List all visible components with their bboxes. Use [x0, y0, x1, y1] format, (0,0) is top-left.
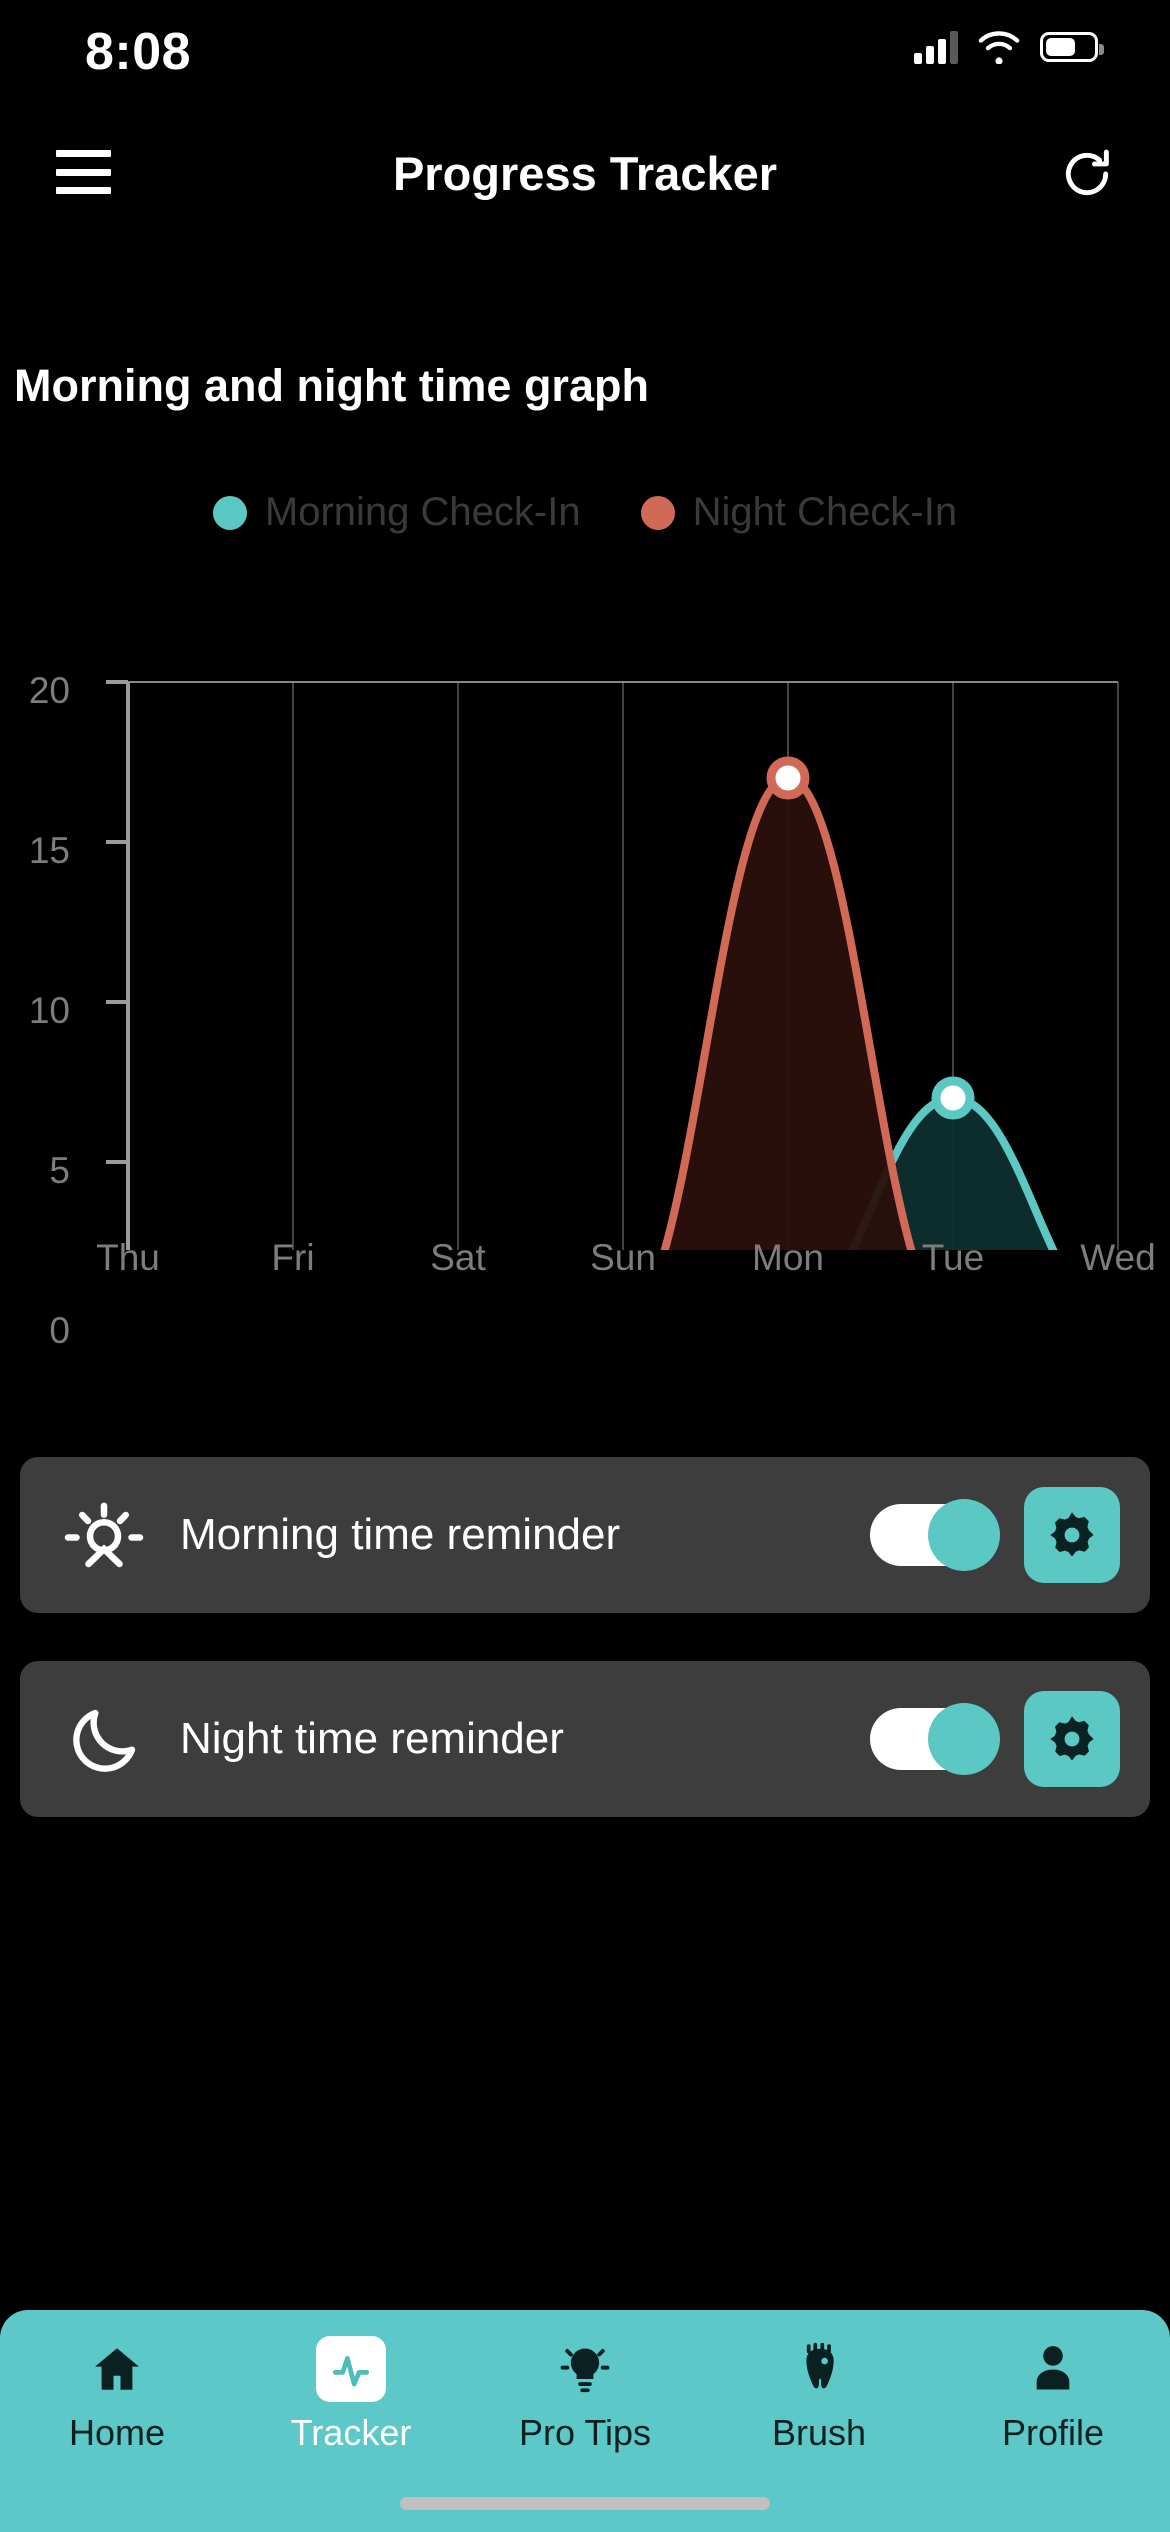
x-axis-label-tue: Tue — [921, 1237, 985, 1278]
y-axis-label-20: 20 — [28, 670, 70, 711]
sunrise-icon — [44, 1495, 164, 1575]
nav-label-home: Home — [68, 2412, 166, 2453]
chart-canvas — [106, 680, 1119, 1250]
morning-reminder-label: Morning time reminder — [180, 1510, 621, 1559]
person-icon — [1025, 2336, 1081, 2402]
status-bar: 8:08 — [0, 0, 1170, 118]
legend-item-night[interactable]: Night Check-In — [640, 490, 958, 535]
x-axis-label-thu: Thu — [96, 1237, 160, 1278]
nav-item-home[interactable]: Home — [0, 2336, 234, 2454]
refresh-icon[interactable] — [1059, 146, 1115, 202]
y-axis-label-5: 5 — [49, 1150, 70, 1191]
nav-label-profile: Profile — [1001, 2412, 1105, 2453]
nav-item-profile[interactable]: Profile — [936, 2336, 1170, 2454]
progress-chart: Morning Check-In Night Check-In 20 15 10… — [0, 490, 1170, 1351]
x-axis-label-sat: Sat — [430, 1237, 486, 1278]
nav-label-brush: Brush — [771, 2412, 867, 2453]
x-axis-label-sun: Sun — [590, 1237, 656, 1278]
night-reminder-card[interactable]: Night time reminder — [20, 1661, 1150, 1817]
nav-item-tracker[interactable]: Tracker — [234, 2336, 468, 2454]
graph-section-title: Morning and night time graph — [14, 360, 649, 411]
wifi-icon — [978, 31, 1020, 64]
nav-label-pro-tips: Pro Tips — [518, 2412, 652, 2453]
lightbulb-icon — [557, 2336, 613, 2402]
home-icon — [88, 2336, 146, 2402]
morning-reminder-settings-button[interactable] — [1024, 1487, 1120, 1583]
battery-icon — [1040, 32, 1104, 62]
night-reminder-settings-button[interactable] — [1024, 1691, 1120, 1787]
gear-icon — [1050, 1512, 1094, 1557]
legend-dot-night-icon — [640, 495, 675, 530]
toothbrush-icon — [791, 2336, 847, 2402]
status-bar-time: 8:08 — [85, 23, 192, 81]
x-axis-label-mon: Mon — [752, 1237, 824, 1278]
y-axis-label-10: 10 — [28, 990, 70, 1031]
home-indicator — [400, 2497, 770, 2510]
night-reminder-toggle[interactable] — [870, 1703, 1000, 1775]
moon-icon — [44, 1699, 164, 1779]
nav-item-pro-tips[interactable]: Pro Tips — [468, 2336, 702, 2454]
legend-dot-morning-icon — [212, 495, 247, 530]
morning-reminder-toggle[interactable] — [870, 1499, 1000, 1571]
x-axis-label-fri: Fri — [271, 1237, 315, 1278]
chart-plot-area: 20 15 10 5 0 Thu Fri Sat Sun Mon Tue Wed — [0, 570, 1170, 1351]
night-reminder-label: Night time reminder — [180, 1714, 564, 1763]
gear-icon — [1050, 1716, 1094, 1761]
pulse-icon — [316, 2336, 386, 2402]
legend-label-morning: Morning Check-In — [264, 490, 581, 534]
nav-item-brush[interactable]: Brush — [702, 2336, 936, 2454]
y-axis-label-0: 0 — [49, 1310, 70, 1351]
legend-label-night: Night Check-In — [692, 490, 958, 534]
chart-legend: Morning Check-In Night Check-In — [0, 490, 1170, 535]
legend-item-morning[interactable]: Morning Check-In — [212, 490, 581, 535]
app-header: Progress Tracker — [0, 118, 1170, 228]
page-title: Progress Tracker — [392, 147, 778, 200]
cellular-signal-icon — [914, 30, 958, 64]
status-bar-indicators — [914, 30, 1104, 64]
morning-reminder-card[interactable]: Morning time reminder — [20, 1457, 1150, 1613]
nav-label-tracker: Tracker — [290, 2412, 412, 2453]
x-axis-label-wed: Wed — [1080, 1237, 1156, 1278]
y-axis-label-15: 15 — [28, 830, 70, 871]
